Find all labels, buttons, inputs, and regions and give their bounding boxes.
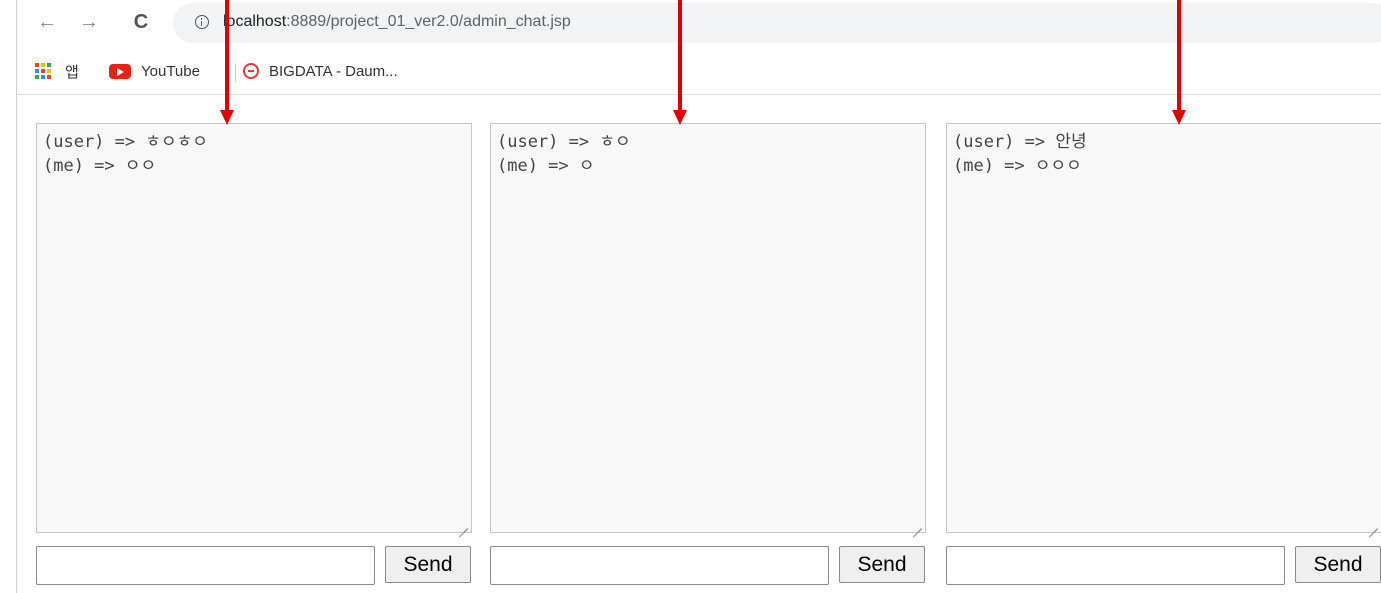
bookmark-youtube-label: YouTube — [141, 62, 200, 80]
chat-line: (user) => ㅎㅇ — [497, 132, 631, 152]
send-button[interactable]: Send — [1295, 546, 1381, 583]
forward-arrow-icon[interactable]: → — [75, 8, 103, 36]
info-icon[interactable] — [195, 15, 209, 29]
resize-grip-icon[interactable] — [458, 519, 468, 529]
chat-line: (user) => ㅎㅇㅎㅇ — [43, 132, 208, 152]
apps-grid-dot — [41, 75, 45, 79]
resize-grip-icon[interactable] — [912, 519, 922, 529]
youtube-icon — [109, 63, 131, 79]
url-host: localhost — [223, 13, 287, 30]
daum-icon — [243, 63, 259, 79]
chat-log-textarea[interactable]: (user) => ㅎㅇ (me) => ㅇ — [490, 123, 926, 533]
apps-grid-dot — [47, 63, 51, 67]
resize-grip-icon[interactable] — [1368, 519, 1378, 529]
apps-grid-dot — [47, 75, 51, 79]
send-button[interactable]: Send — [385, 546, 471, 583]
message-input[interactable] — [36, 546, 375, 585]
apps-grid-dot — [35, 69, 39, 73]
apps-grid-dot — [35, 75, 39, 79]
chat-line: (me) => ㅇㅇㅇ — [953, 156, 1082, 176]
chat-line: (me) => ㅇㅇ — [43, 156, 157, 176]
reload-icon[interactable]: C — [127, 8, 155, 36]
bookmark-bigdata-label: BIGDATA - Daum... — [269, 62, 398, 80]
bookmark-separator — [235, 64, 236, 82]
chat-line: (me) => ㅇ — [497, 156, 595, 176]
address-bar[interactable]: localhost:8889/project_01_ver2.0/admin_c… — [173, 3, 1381, 43]
bookmark-bigdata[interactable]: BIGDATA - Daum... — [243, 60, 398, 82]
url-text[interactable]: localhost:8889/project_01_ver2.0/admin_c… — [223, 13, 571, 31]
bookmark-apps[interactable]: 앱 — [35, 60, 79, 82]
send-button[interactable]: Send — [839, 546, 925, 583]
message-input[interactable] — [490, 546, 829, 585]
browser-window: ← → C localhost:8889/project_01_ver2.0/a… — [16, 0, 1381, 593]
bookmark-apps-label: 앱 — [65, 63, 79, 81]
apps-grid-dot — [35, 63, 39, 67]
chat-log-textarea[interactable]: (user) => 안녕 (me) => ㅇㅇㅇ — [946, 123, 1381, 533]
apps-grid-icon — [35, 63, 51, 79]
back-arrow-icon[interactable]: ← — [33, 8, 61, 36]
apps-grid-dot — [41, 63, 45, 67]
chat-log-textarea[interactable]: (user) => ㅎㅇㅎㅇ (me) => ㅇㅇ — [36, 123, 472, 533]
message-input[interactable] — [946, 546, 1285, 585]
bookmark-youtube[interactable]: YouTube — [109, 60, 200, 82]
chat-line: (user) => 안녕 — [953, 132, 1087, 152]
url-path: :8889/project_01_ver2.0/admin_chat.jsp — [286, 13, 571, 30]
apps-grid-dot — [41, 69, 45, 73]
apps-grid-dot — [47, 69, 51, 73]
